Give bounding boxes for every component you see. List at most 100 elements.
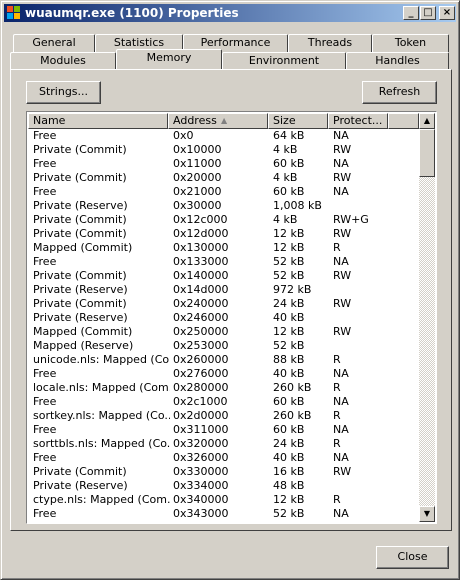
minimize-button[interactable]: _ bbox=[403, 6, 419, 20]
table-row[interactable]: sorttbls.nls: Mapped (Co... 0x320000 24 kB… bbox=[28, 437, 419, 451]
table-row[interactable]: Free 0x343000 52 kB NA bbox=[28, 507, 419, 521]
table-row[interactable]: Private (Reserve) 0x30000 1,008 kB bbox=[28, 199, 419, 213]
cell-address: 0x330000 bbox=[173, 465, 229, 478]
table-row[interactable]: Mapped (Commit) 0x130000 12 kB R bbox=[28, 241, 419, 255]
cell-name: Free bbox=[33, 129, 57, 142]
strings-button[interactable]: Strings... bbox=[26, 81, 101, 104]
tab-memory[interactable]: Memory bbox=[116, 49, 222, 69]
maximize-button[interactable]: □ bbox=[420, 6, 436, 20]
cell-name: Private (Reserve) bbox=[33, 199, 128, 212]
table-row[interactable]: Private (Reserve) 0x14d000 972 kB bbox=[28, 283, 419, 297]
table-row[interactable]: Free 0x11000 60 kB NA bbox=[28, 157, 419, 171]
cell-size: 4 kB bbox=[273, 171, 298, 184]
table-row[interactable]: Mapped (Reserve) 0x253000 52 kB bbox=[28, 339, 419, 353]
cell-protection: R bbox=[333, 353, 341, 366]
cell-size: 52 kB bbox=[273, 269, 305, 282]
cell-address: 0x240000 bbox=[173, 297, 229, 310]
table-row[interactable]: Free 0x133000 52 kB NA bbox=[28, 255, 419, 269]
column-header-size[interactable]: Size bbox=[268, 113, 328, 129]
vertical-scrollbar[interactable]: ▲ ▼ bbox=[419, 113, 435, 522]
table-row[interactable]: Free 0x276000 40 kB NA bbox=[28, 367, 419, 381]
tab-modules[interactable]: Modules bbox=[10, 52, 116, 70]
title-bar[interactable]: wuaumqr.exe (1100) Properties _ □ × bbox=[4, 4, 456, 22]
table-row[interactable]: Private (Commit) 0x20000 4 kB RW bbox=[28, 171, 419, 185]
table-row[interactable]: ctype.nls: Mapped (Com... 0x340000 12 kB R bbox=[28, 493, 419, 507]
table-row[interactable]: Private (Commit) 0x330000 16 kB RW bbox=[28, 465, 419, 479]
cell-address: 0x311000 bbox=[173, 423, 229, 436]
table-row[interactable]: Free 0x311000 60 kB NA bbox=[28, 423, 419, 437]
table-row[interactable]: locale.nls: Mapped (Com... 0x280000 260 kB… bbox=[28, 381, 419, 395]
table-row[interactable]: Private (Reserve) 0x334000 48 kB bbox=[28, 479, 419, 493]
cell-protection: RW bbox=[333, 171, 352, 184]
cell-size: 40 kB bbox=[273, 367, 305, 380]
list-header: Name Address ▲ Size Protect... bbox=[28, 113, 419, 129]
cell-address: 0x340000 bbox=[173, 493, 229, 506]
cell-address: 0x20000 bbox=[173, 171, 222, 184]
cell-size: 16 kB bbox=[273, 465, 305, 478]
cell-protection: R bbox=[333, 241, 341, 254]
cell-name: Private (Commit) bbox=[33, 213, 127, 226]
refresh-button[interactable]: Refresh bbox=[362, 81, 437, 104]
cell-address: 0x2d0000 bbox=[173, 409, 229, 422]
table-row[interactable]: Private (Commit) 0x240000 24 kB RW bbox=[28, 297, 419, 311]
cell-protection: RW+G bbox=[333, 213, 369, 226]
scroll-thumb[interactable] bbox=[419, 129, 435, 177]
process-icon bbox=[7, 6, 20, 19]
table-row[interactable]: Private (Commit) 0x12d000 12 kB RW bbox=[28, 227, 419, 241]
cell-size: 4 kB bbox=[273, 213, 298, 226]
cell-address: 0x30000 bbox=[173, 199, 222, 212]
table-row[interactable]: Free 0x0 64 kB NA bbox=[28, 129, 419, 143]
cell-size: 260 kB bbox=[273, 409, 312, 422]
cell-protection: RW bbox=[333, 465, 352, 478]
table-row[interactable]: Private (Commit) 0x12c000 4 kB RW+G bbox=[28, 213, 419, 227]
cell-name: Private (Commit) bbox=[33, 171, 127, 184]
column-address-label: Address bbox=[173, 114, 217, 127]
cell-name: sortkey.nls: Mapped (Co... bbox=[33, 409, 170, 422]
column-header-name[interactable]: Name bbox=[28, 113, 168, 129]
memory-list[interactable]: Name Address ▲ Size Protect... Free 0x0 64… bbox=[26, 111, 437, 524]
cell-address: 0x343000 bbox=[173, 507, 229, 520]
table-row[interactable]: sortkey.nls: Mapped (Co... 0x2d0000 260 kB… bbox=[28, 409, 419, 423]
cell-size: 60 kB bbox=[273, 423, 305, 436]
tab-environment[interactable]: Environment bbox=[222, 52, 346, 70]
sort-ascending-icon: ▲ bbox=[221, 116, 228, 125]
cell-size: 52 kB bbox=[273, 339, 305, 352]
cell-address: 0x14d000 bbox=[173, 283, 229, 296]
cell-address: 0x280000 bbox=[173, 381, 229, 394]
table-row[interactable]: Private (Commit) 0x10000 4 kB RW bbox=[28, 143, 419, 157]
cell-address: 0x246000 bbox=[173, 311, 229, 324]
cell-name: Private (Reserve) bbox=[33, 479, 128, 492]
cell-size: 24 kB bbox=[273, 437, 305, 450]
table-row[interactable]: Free 0x326000 40 kB NA bbox=[28, 451, 419, 465]
table-row[interactable]: unicode.nls: Mapped (Co... 0x260000 88 kB R bbox=[28, 353, 419, 367]
cell-size: 88 kB bbox=[273, 353, 305, 366]
cell-name: Mapped (Reserve) bbox=[33, 339, 134, 352]
cell-address: 0x21000 bbox=[173, 185, 222, 198]
tab-token[interactable]: Token bbox=[372, 34, 449, 52]
close-button[interactable]: Close bbox=[376, 546, 449, 569]
column-header-address[interactable]: Address ▲ bbox=[168, 113, 268, 129]
tab-general[interactable]: General bbox=[13, 34, 95, 52]
close-window-button[interactable]: × bbox=[439, 6, 455, 20]
cell-protection: RW bbox=[333, 269, 352, 282]
cell-address: 0x130000 bbox=[173, 241, 229, 254]
cell-name: Free bbox=[33, 367, 57, 380]
scroll-down-arrow-icon[interactable]: ▼ bbox=[419, 506, 435, 522]
cell-address: 0x11000 bbox=[173, 157, 222, 170]
cell-address: 0x276000 bbox=[173, 367, 229, 380]
table-row[interactable]: Free 0x21000 60 kB NA bbox=[28, 185, 419, 199]
table-row[interactable]: Private (Commit) 0x140000 52 kB RW bbox=[28, 269, 419, 283]
tab-threads[interactable]: Threads bbox=[288, 34, 372, 52]
cell-size: 52 kB bbox=[273, 507, 305, 520]
cell-size: 40 kB bbox=[273, 311, 305, 324]
table-row[interactable]: Private (Reserve) 0x246000 40 kB bbox=[28, 311, 419, 325]
scroll-up-arrow-icon[interactable]: ▲ bbox=[419, 113, 435, 129]
cell-address: 0x10000 bbox=[173, 143, 222, 156]
tab-handles[interactable]: Handles bbox=[346, 52, 449, 70]
cell-name: Free bbox=[33, 255, 57, 268]
table-row[interactable]: Mapped (Commit) 0x250000 12 kB RW bbox=[28, 325, 419, 339]
cell-address: 0x260000 bbox=[173, 353, 229, 366]
column-header-protection[interactable]: Protect... bbox=[328, 113, 388, 129]
cell-name: sorttbls.nls: Mapped (Co... bbox=[33, 437, 170, 450]
table-row[interactable]: Free 0x2c1000 60 kB NA bbox=[28, 395, 419, 409]
